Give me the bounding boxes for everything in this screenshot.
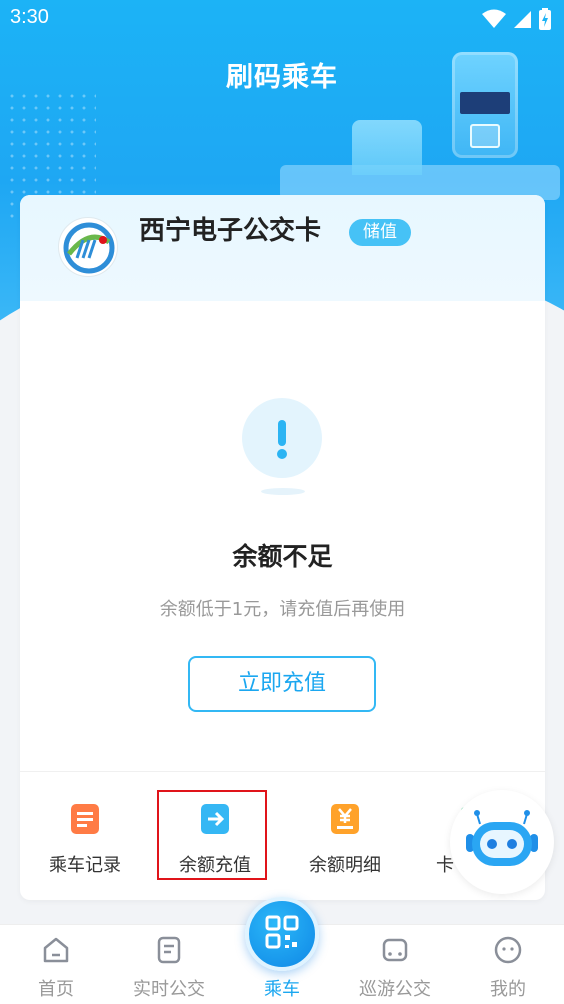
ride-qr-button[interactable] [245,897,319,971]
wifi-icon [482,9,506,28]
printer-illustration [352,120,422,175]
shortcut-ride-record[interactable]: 乘车记录 [30,785,140,895]
nav-profile[interactable]: 我的 [452,925,564,1004]
status-icons [482,8,552,30]
tour-bus-icon [382,938,408,962]
shortcut-label: 乘车记录 [49,855,121,876]
shortcut-balance-detail[interactable]: 余额明细 [290,785,400,895]
recharge-now-button[interactable]: 立即充值 [188,656,376,712]
card-name: 西宁电子公交卡 [139,216,322,246]
nav-label: 实时公交 [133,979,205,1000]
battery-icon [539,8,551,30]
status-bar: 3:30 [0,0,564,38]
profile-icon [494,936,522,964]
nav-label: 乘车 [264,979,300,1000]
ride-record-icon [71,804,99,834]
robot-icon [466,810,538,866]
warning-icon [242,398,322,478]
nav-label: 我的 [490,979,526,1000]
card-type-badge: 储值 [349,219,411,246]
balance-detail-icon [331,804,359,834]
qr-code-icon [265,915,299,949]
nav-home[interactable]: 首页 [0,925,112,1004]
signal-icon [514,11,531,28]
page-title: 刷码乘车 [226,62,338,93]
card-logo [58,217,118,277]
home-icon [43,937,69,963]
card-header: 西宁电子公交卡 储值 [20,195,545,301]
highlight-box [157,790,267,880]
nav-tour-bus[interactable]: 巡游公交 [339,925,451,1004]
status-description: 余额低于1元，请充值后再使用 [159,599,406,620]
assistant-robot-button[interactable] [450,790,554,894]
nav-label: 首页 [38,979,74,1000]
shortcut-label: 余额明细 [309,855,381,876]
warning-shadow [261,488,305,495]
realtime-bus-icon [157,936,181,964]
status-title: 余额不足 [232,542,333,571]
nav-label: 巡游公交 [359,979,431,1000]
warning-illustration [242,398,324,498]
status-time: 3:30 [10,6,49,28]
nav-realtime-bus[interactable]: 实时公交 [113,925,225,1004]
divider [20,771,545,772]
